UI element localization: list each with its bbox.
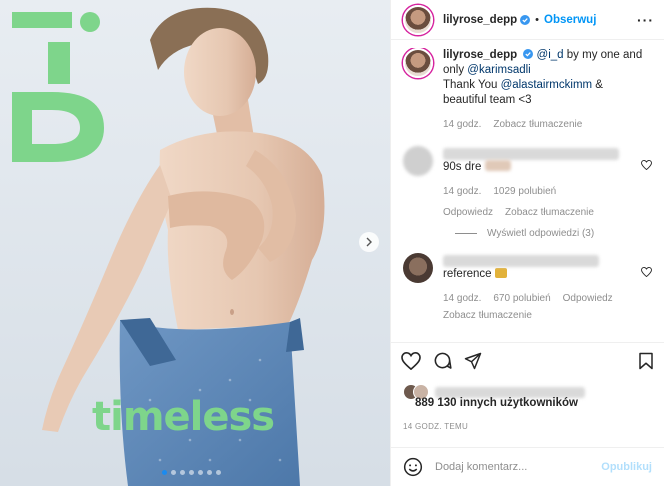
view-replies-button[interactable]: Wyświetl odpowiedzi (3) [455, 228, 652, 239]
emoji-icon[interactable] [403, 457, 423, 477]
comment-likes[interactable]: 1029 polubień [493, 184, 556, 199]
post-photo[interactable]: timeless [0, 0, 390, 486]
publish-button[interactable]: Opublikuj [601, 461, 652, 473]
translate-link[interactable]: Zobacz tłumaczenie [505, 205, 594, 220]
reply-button[interactable]: Odpowiedz [563, 291, 613, 306]
caption: lilyrose_depp @i_d by my one and only @k… [403, 48, 652, 132]
comment: 90s dre 14 godz. 1029 polubień Odpowiedz… [403, 146, 652, 220]
carousel-dot [207, 470, 212, 475]
follow-button[interactable]: Obserwuj [544, 14, 596, 26]
reply-button[interactable]: Odpowiedz [443, 205, 493, 220]
comment-time[interactable]: 14 godz. [443, 291, 481, 306]
comment-body: 90s dre 14 godz. 1029 polubień Odpowiedz… [443, 146, 643, 220]
verified-badge-icon [520, 14, 531, 25]
bookmark-icon[interactable] [638, 352, 654, 370]
comment-time[interactable]: 14 godz. [443, 184, 481, 199]
like-comment-heart-icon[interactable] [641, 160, 652, 170]
view-replies-label: Wyświetl odpowiedzi (3) [487, 228, 595, 239]
post-timestamp[interactable]: 14 GODZ. TEMU [403, 422, 468, 431]
mention-link[interactable]: @i_d [537, 49, 564, 61]
likes-summary[interactable]: 889 130 innych użytkowników [403, 384, 652, 409]
replies-divider [455, 233, 477, 234]
chevron-right-icon [366, 237, 372, 247]
comment-text: 90s dre [443, 161, 482, 173]
verified-badge-icon [523, 49, 534, 59]
mention-link[interactable]: @alastairmckimm [501, 79, 593, 91]
instagram-post-modal: timeless lilyrose_depp • Obserwuj ··· li… [0, 0, 664, 486]
add-comment-bar: Opublikuj [391, 447, 664, 486]
author-username[interactable]: lilyrose_depp [443, 14, 517, 26]
comment-icon[interactable] [433, 351, 452, 370]
caption-avatar[interactable] [403, 48, 433, 78]
caption-time[interactable]: 14 godz. [443, 117, 481, 132]
post-header: lilyrose_depp • Obserwuj ··· [391, 0, 664, 40]
post-sidebar: lilyrose_depp • Obserwuj ··· lilyrose_de… [390, 0, 664, 486]
carousel-dot [198, 470, 203, 475]
more-options-button[interactable]: ··· [637, 12, 654, 28]
post-actions [391, 342, 664, 378]
commenter-avatar[interactable] [403, 253, 433, 283]
comment-likes[interactable]: 670 polubień [493, 291, 550, 306]
carousel-dot [180, 470, 185, 475]
header-separator: • [535, 13, 539, 26]
send-icon[interactable] [464, 352, 482, 370]
cover-headline: timeless [92, 394, 275, 440]
id-magazine-logo [12, 12, 104, 162]
author-avatar[interactable] [403, 4, 433, 35]
caption-meta: 14 godz. Zobacz tłumaczenie [443, 117, 643, 132]
redacted-comment-text [443, 255, 599, 267]
commenter-avatar-redacted[interactable] [403, 146, 433, 176]
translate-link[interactable]: Zobacz tłumaczenie [493, 117, 582, 132]
comment-actions: Odpowiedz Zobacz tłumaczenie [443, 205, 643, 220]
comments-list[interactable]: lilyrose_depp @i_d by my one and only @k… [391, 48, 664, 338]
next-photo-button[interactable] [359, 232, 379, 252]
comment-text: reference [443, 268, 492, 280]
comment-body: reference 14 godz. 670 polubień Odpowied… [443, 253, 643, 323]
redacted-comment-text [443, 148, 619, 160]
carousel-dot [171, 470, 176, 475]
like-comment-heart-icon[interactable] [641, 267, 652, 277]
redacted-emoji [484, 160, 511, 171]
mention-link[interactable]: @karimsadli [467, 64, 530, 76]
redacted-liker-name [435, 386, 585, 398]
caption-username[interactable]: lilyrose_depp [443, 49, 517, 61]
likes-count[interactable]: 889 130 innych użytkowników [415, 397, 578, 409]
carousel-indicator [162, 470, 221, 475]
comment-input[interactable] [435, 461, 602, 473]
translate-link[interactable]: Zobacz tłumaczenie [443, 308, 532, 323]
carousel-dot [189, 470, 194, 475]
comment-meta: 14 godz. 1029 polubień [443, 184, 643, 199]
comment: reference 14 godz. 670 polubień Odpowied… [403, 253, 652, 323]
heart-icon[interactable] [401, 351, 421, 370]
emoji [494, 268, 507, 278]
carousel-dot [216, 470, 221, 475]
carousel-dot [162, 470, 167, 475]
comment-meta: 14 godz. 670 polubień Odpowiedz Zobacz t… [443, 291, 643, 323]
caption-body: lilyrose_depp @i_d by my one and only @k… [443, 48, 643, 132]
caption-text: Thank You [443, 79, 501, 91]
